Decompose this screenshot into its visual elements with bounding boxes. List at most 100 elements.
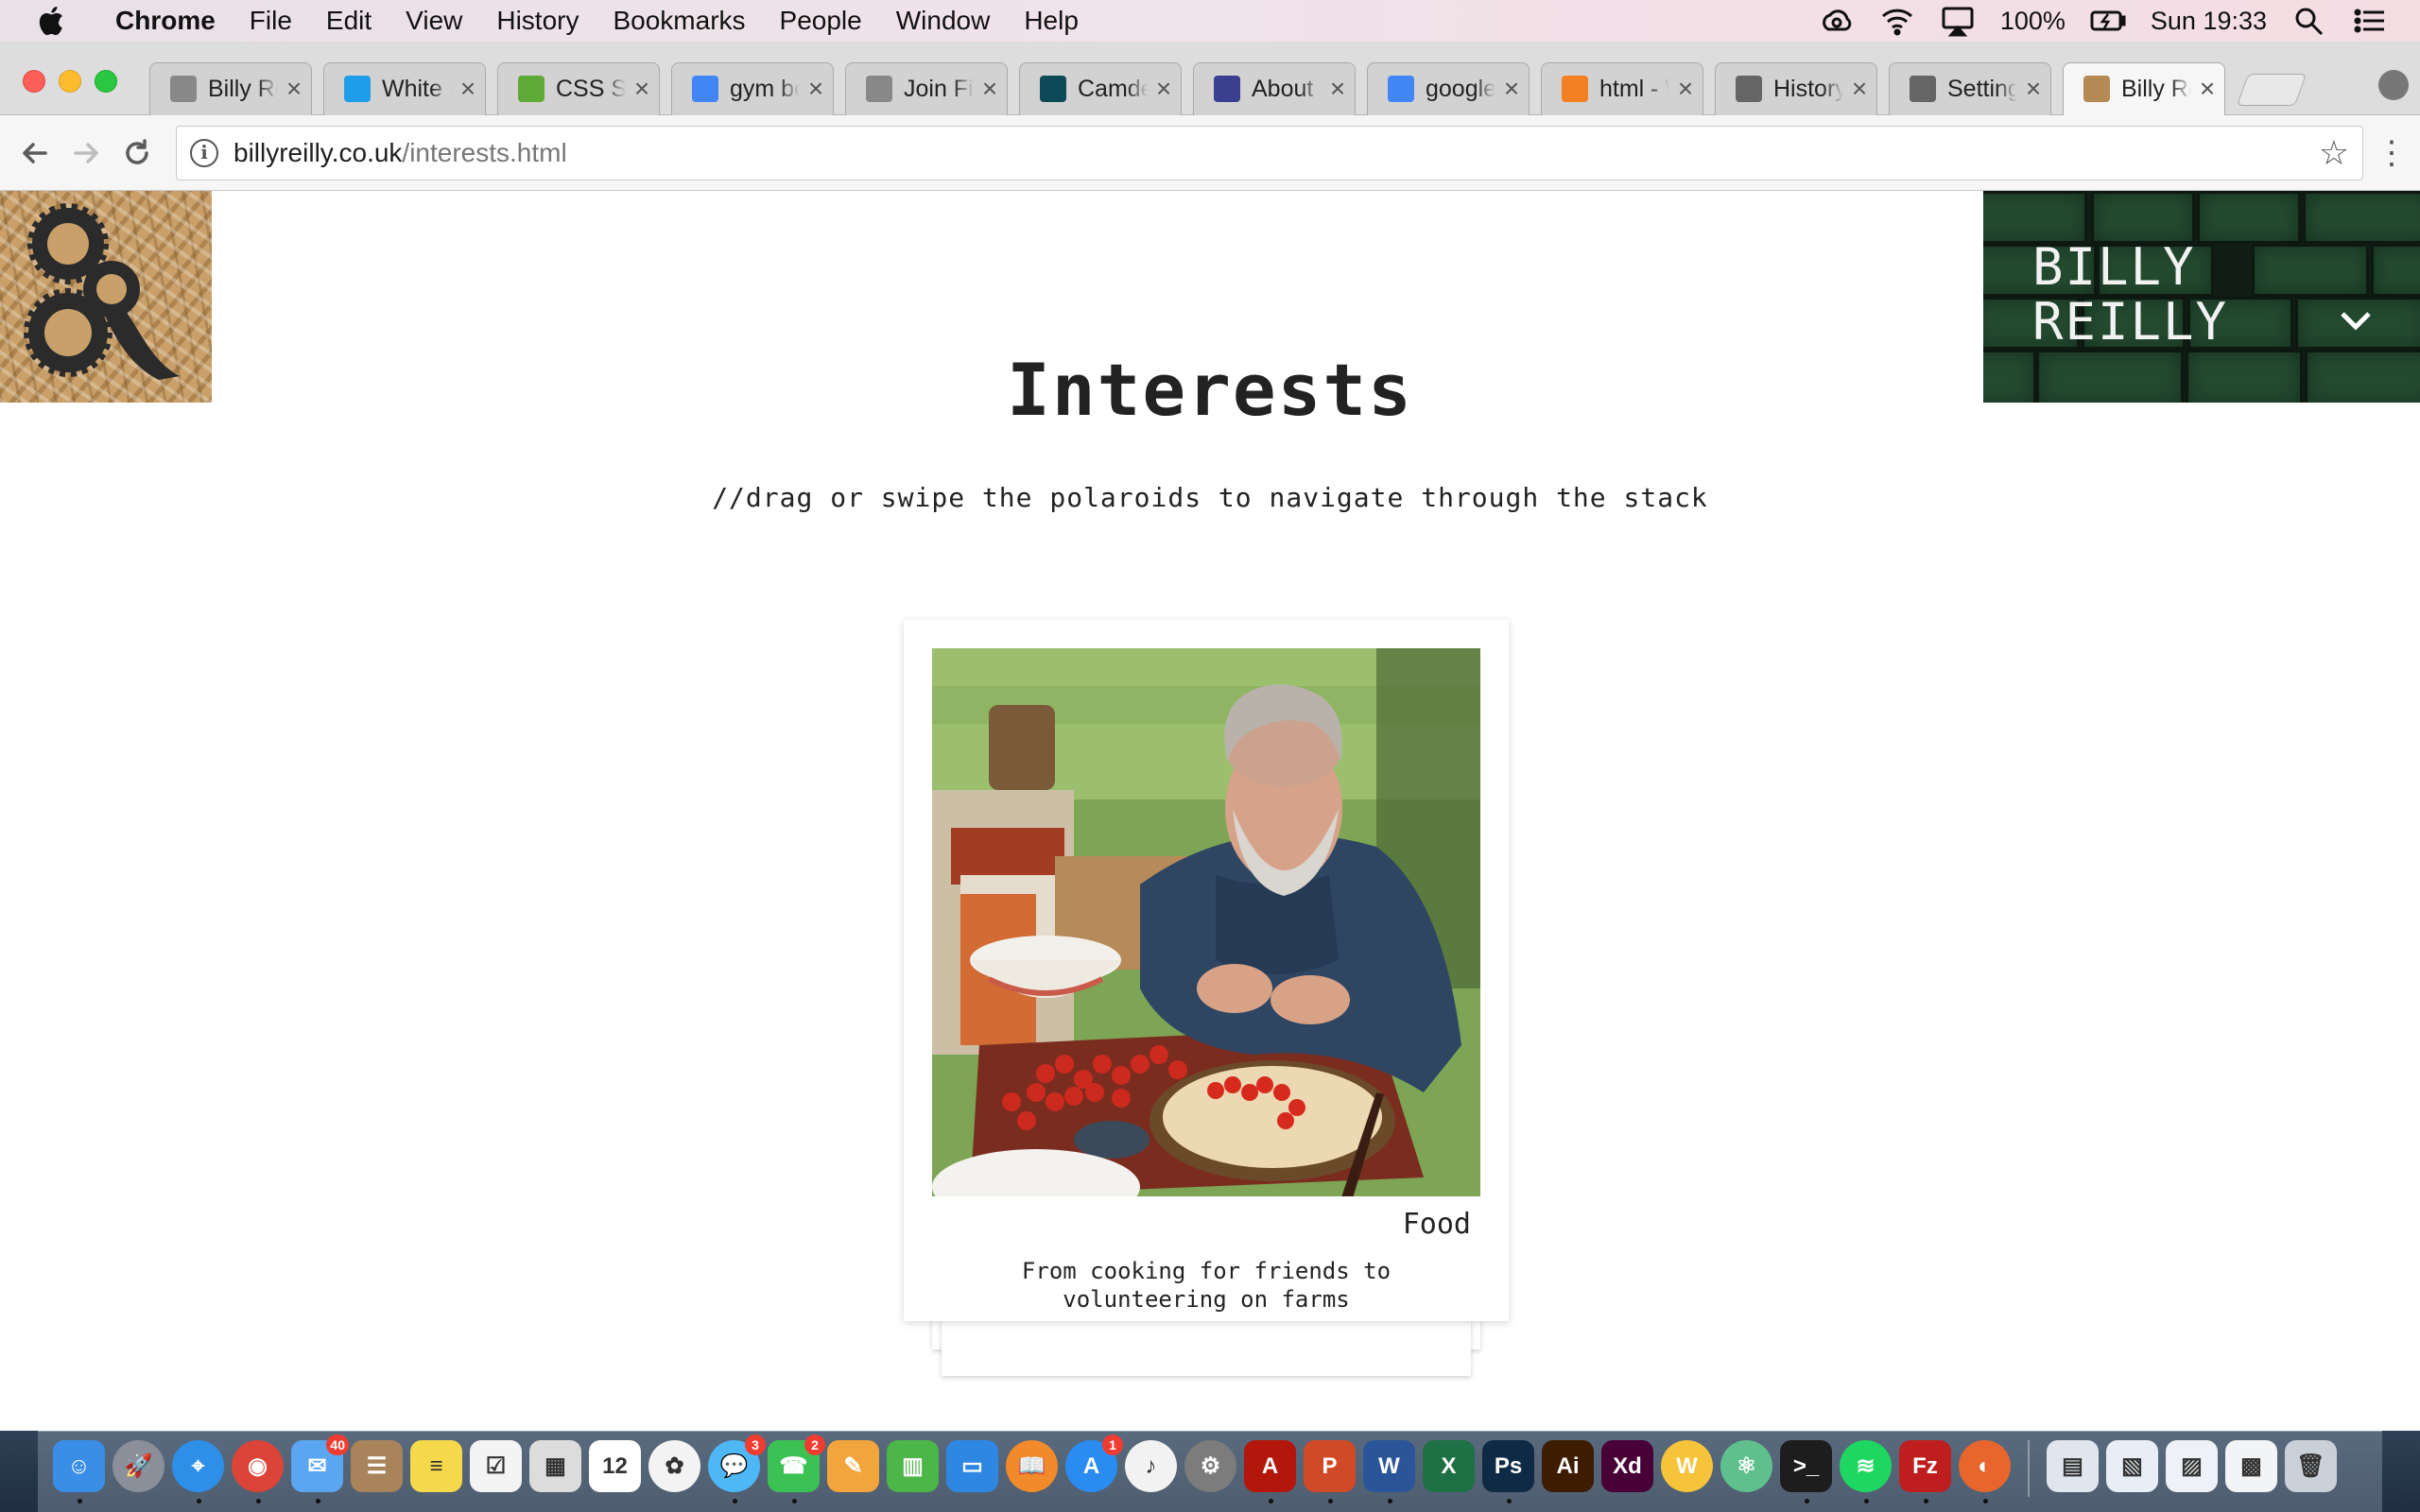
site-info-icon[interactable]: i bbox=[190, 138, 218, 167]
reminders-icon[interactable]: ☑ bbox=[470, 1440, 522, 1492]
tab-12[interactable]: Billy Re× bbox=[2055, 62, 2233, 115]
firefox-icon[interactable]: ◐ bbox=[1959, 1440, 2011, 1503]
filezilla-icon[interactable]: Fz bbox=[1899, 1440, 1951, 1503]
new-tab-button[interactable] bbox=[2236, 74, 2308, 106]
airplay-icon[interactable] bbox=[1940, 5, 1976, 37]
spotlight-search-icon[interactable] bbox=[2291, 5, 2327, 37]
menu-history[interactable]: History bbox=[479, 6, 596, 36]
ibooks-icon[interactable]: 📖 bbox=[1006, 1440, 1058, 1492]
tab-close-icon[interactable]: × bbox=[2197, 76, 2218, 102]
tab-1[interactable]: Billy Re× bbox=[142, 62, 320, 115]
forward-button[interactable] bbox=[60, 128, 112, 179]
photoshop-icon[interactable]: Ps bbox=[1482, 1440, 1534, 1503]
safari-icon[interactable]: ⌖ bbox=[172, 1440, 224, 1503]
desktop-stack-icon[interactable]: ▩ bbox=[2225, 1440, 2277, 1492]
apple-menu-icon[interactable] bbox=[36, 4, 70, 38]
menu-help[interactable]: Help bbox=[1007, 6, 1096, 36]
profile-avatar-icon[interactable] bbox=[2378, 70, 2409, 100]
menu-file[interactable]: File bbox=[233, 6, 309, 36]
tab-close-icon[interactable]: × bbox=[1153, 76, 1174, 102]
tab-9[interactable]: html - \ × bbox=[1533, 62, 1711, 115]
illustrator-icon[interactable]: Ai bbox=[1542, 1440, 1594, 1492]
system-preferences-icon[interactable]: ⚙ bbox=[1184, 1440, 1236, 1492]
dock-glyph: ☑ bbox=[485, 1453, 507, 1479]
minimize-window-button[interactable] bbox=[59, 70, 81, 93]
contacts-icon[interactable]: ☰ bbox=[351, 1440, 403, 1492]
tab-7[interactable]: About I × bbox=[1185, 62, 1363, 115]
numbers-icon[interactable]: ▥ bbox=[887, 1440, 939, 1492]
trash-icon[interactable]: 🗑 bbox=[2285, 1440, 2337, 1492]
excel-icon[interactable]: X bbox=[1423, 1440, 1475, 1492]
downloads-stack-icon[interactable]: ▧ bbox=[2106, 1440, 2158, 1492]
messages-icon[interactable]: 💬 3 bbox=[708, 1435, 766, 1503]
dock-glyph: ≋ bbox=[1856, 1453, 1876, 1479]
creative-cloud-icon[interactable] bbox=[1819, 5, 1855, 37]
tab-close-icon[interactable]: × bbox=[1327, 76, 1348, 102]
close-window-button[interactable] bbox=[23, 70, 45, 93]
launchpad-icon[interactable]: 🚀 bbox=[112, 1440, 164, 1492]
dock-glyph: 💬 bbox=[719, 1453, 749, 1479]
atom-icon[interactable]: ⚛ bbox=[1720, 1440, 1772, 1492]
powerpoint-icon[interactable]: P bbox=[1304, 1440, 1356, 1503]
facetime-icon[interactable]: ☎ 2 bbox=[768, 1435, 825, 1503]
polaroid-card[interactable]: Food From cooking for friends to volunte… bbox=[904, 620, 1509, 1321]
calendar-icon[interactable]: 12 bbox=[589, 1440, 641, 1492]
menu-people[interactable]: People bbox=[763, 6, 879, 36]
pages-icon[interactable]: ✎ bbox=[827, 1440, 879, 1492]
tab-close-icon[interactable]: × bbox=[631, 76, 652, 102]
menu-app-name[interactable]: Chrome bbox=[96, 6, 233, 36]
menubar-clock[interactable]: Sun 19:33 bbox=[2151, 7, 2267, 36]
keynote-icon[interactable]: ▭ bbox=[946, 1440, 998, 1492]
tab-8[interactable]: googlef × bbox=[1359, 62, 1537, 115]
back-button[interactable] bbox=[9, 128, 60, 179]
tab-label: Billy Re bbox=[2121, 75, 2191, 102]
finder-icon[interactable]: ☺ bbox=[53, 1440, 105, 1503]
bookmark-star-icon[interactable]: ☆ bbox=[2319, 133, 2349, 173]
acrobat-icon[interactable]: A bbox=[1244, 1440, 1296, 1503]
notification-center-icon[interactable] bbox=[2352, 5, 2388, 37]
battery-icon[interactable] bbox=[2090, 5, 2126, 37]
preview-icon[interactable]: ▦ bbox=[529, 1440, 581, 1492]
mail-icon[interactable]: ✉ 40 bbox=[291, 1435, 349, 1503]
screenshots-stack-icon[interactable]: ▨ bbox=[2166, 1440, 2218, 1492]
spotify-icon[interactable]: ≋ bbox=[1840, 1440, 1892, 1503]
sublime-icon[interactable]: W bbox=[1661, 1440, 1713, 1492]
tab-2[interactable]: White s× bbox=[316, 62, 493, 115]
tab-10[interactable]: History × bbox=[1707, 62, 1885, 115]
tab-close-icon[interactable]: × bbox=[458, 76, 478, 102]
chrome-icon[interactable]: ◉ bbox=[232, 1440, 284, 1503]
tab-close-icon[interactable]: × bbox=[284, 76, 304, 102]
tab-6[interactable]: Camde × bbox=[1011, 62, 1189, 115]
itunes-icon[interactable]: ♪ bbox=[1125, 1440, 1177, 1492]
name-last: REILLY bbox=[2032, 292, 2229, 352]
zoom-window-button[interactable] bbox=[95, 70, 117, 93]
tab-close-icon[interactable]: × bbox=[1675, 76, 1696, 102]
wifi-icon[interactable] bbox=[1879, 5, 1915, 37]
tab-close-icon[interactable]: × bbox=[2023, 76, 2044, 102]
word-icon[interactable]: W bbox=[1363, 1440, 1415, 1503]
tab-3[interactable]: CSS St × bbox=[490, 62, 667, 115]
menu-window[interactable]: Window bbox=[879, 6, 1008, 36]
tab-4[interactable]: gym bo × bbox=[664, 62, 841, 115]
dock-glyph: W bbox=[1378, 1452, 1400, 1479]
tab-5[interactable]: Join Fit × bbox=[838, 62, 1015, 115]
xd-icon[interactable]: Xd bbox=[1601, 1440, 1653, 1492]
tab-close-icon[interactable]: × bbox=[1849, 76, 1870, 102]
tab-close-icon[interactable]: × bbox=[805, 76, 826, 102]
address-bar[interactable]: i billyreilly.co.uk/interests.html ☆ bbox=[176, 125, 2363, 180]
documents-folder-icon[interactable]: ▤ bbox=[2047, 1440, 2099, 1492]
tab-close-icon[interactable]: × bbox=[979, 76, 1000, 102]
appstore-icon[interactable]: A1 bbox=[1065, 1435, 1123, 1492]
reload-button[interactable] bbox=[112, 128, 163, 179]
terminal-icon[interactable]: >_ bbox=[1780, 1440, 1832, 1503]
chrome-menu-icon[interactable]: ⋮ bbox=[2373, 137, 2411, 169]
tab-11[interactable]: Setting × bbox=[1881, 62, 2059, 115]
photos-icon[interactable]: ✿ bbox=[648, 1440, 700, 1492]
running-indicator bbox=[255, 1499, 261, 1503]
menu-view[interactable]: View bbox=[389, 6, 479, 36]
menu-edit[interactable]: Edit bbox=[309, 6, 389, 36]
tab-close-icon[interactable]: × bbox=[1501, 76, 1522, 102]
polaroid-stack[interactable]: Food From cooking for friends to volunte… bbox=[904, 620, 1509, 1376]
notes-icon[interactable]: ≡ bbox=[410, 1440, 462, 1492]
menu-bookmarks[interactable]: Bookmarks bbox=[596, 6, 762, 36]
